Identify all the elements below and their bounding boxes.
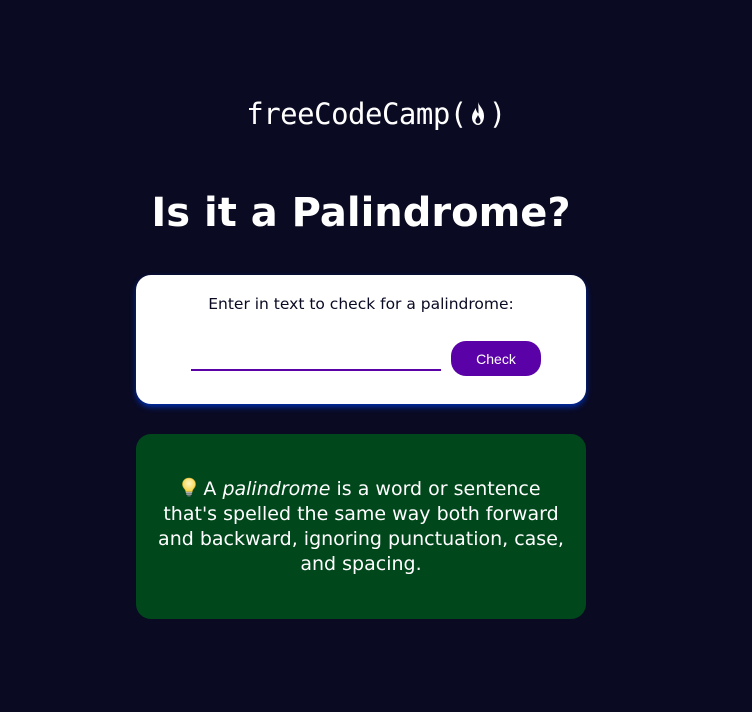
logo-text: freeCodeCamp (246, 97, 450, 131)
definition-prefix: A (203, 477, 217, 500)
logo-paren-open: ( (449, 97, 467, 131)
palindrome-text-input[interactable] (191, 343, 441, 371)
page-title: Is it a Palindrome? (151, 190, 571, 236)
lightbulb-icon (181, 477, 197, 497)
palindrome-definition-box: A palindrome is a word or sentence that'… (136, 434, 586, 619)
logo-paren-close: ) (488, 97, 506, 131)
input-card: Enter in text to check for a palindrome:… (136, 275, 586, 404)
flame-icon (468, 101, 488, 127)
definition-term: palindrome (222, 477, 331, 500)
freecodecamp-logo: freeCodeCamp() (0, 92, 752, 136)
check-button[interactable]: Check (451, 341, 541, 376)
definition-body: is a word or sentence that's spelled the… (158, 477, 564, 575)
definition-text: A palindrome is a word or sentence that'… (156, 477, 566, 577)
input-label: Enter in text to check for a palindrome: (208, 295, 514, 313)
